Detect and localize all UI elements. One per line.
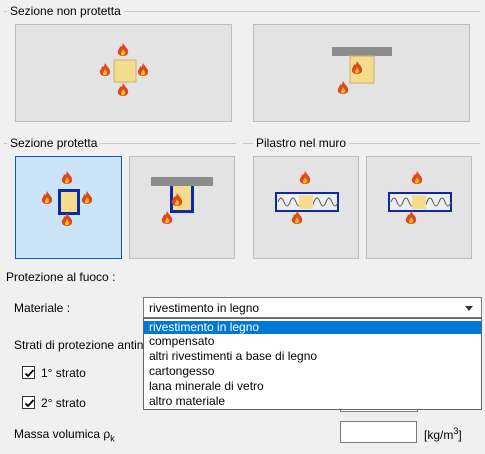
protection-layers-label: Strati di protezione antin <box>14 338 144 352</box>
flame-icon <box>99 63 111 76</box>
flame-icon <box>405 211 417 224</box>
material-select-value: rivestimento in legno <box>149 301 260 315</box>
flame-icon <box>411 171 423 184</box>
density-label: Massa volumica ρk <box>14 427 115 443</box>
flame-icon <box>81 191 93 204</box>
chevron-down-icon[interactable] <box>465 306 473 311</box>
flame-icon <box>171 193 183 206</box>
flame-icon <box>61 213 73 226</box>
density-label-subscript: k <box>110 433 115 444</box>
flame-icon <box>337 81 349 94</box>
section-four-sides-icon <box>113 59 137 83</box>
density-unit-text: [kg/m <box>424 428 454 442</box>
checkmark-icon <box>24 369 35 378</box>
flame-icon <box>291 211 303 224</box>
group-title-wall: Pilastro nel muro <box>253 136 350 150</box>
dropdown-option[interactable]: compensato <box>144 335 481 348</box>
material-select[interactable]: rivestimento in legno <box>143 297 482 318</box>
group-title-unprotected: Sezione non protetta <box>7 4 124 18</box>
protected-three-sides-icon <box>151 177 213 213</box>
group-title-protected: Sezione protetta <box>7 136 101 150</box>
density-unit: [kg/m3] <box>424 426 462 442</box>
fire-protection-heading: Protezione al fuoco : <box>6 270 116 284</box>
flame-icon <box>299 171 311 184</box>
flame-icon <box>41 191 53 204</box>
dropdown-option[interactable]: lana minerale di vetro <box>144 380 481 393</box>
layer1-label: 1° strato <box>41 366 86 380</box>
material-dropdown-list: rivestimento in legno compensato altri r… <box>143 318 482 410</box>
flame-icon <box>117 43 129 56</box>
dropdown-option[interactable]: altro materiale <box>144 395 481 408</box>
dropdown-option[interactable]: cartongesso <box>144 365 481 378</box>
density-label-text: Massa volumica ρ <box>14 427 111 441</box>
flame-icon <box>161 211 173 224</box>
density-input[interactable] <box>340 421 417 443</box>
checkmark-icon <box>24 399 35 408</box>
layer2-checkbox[interactable] <box>22 396 35 409</box>
dropdown-option[interactable]: rivestimento in legno <box>144 321 481 334</box>
layer2-label: 2° strato <box>41 396 86 410</box>
flame-icon <box>351 61 363 74</box>
flame-icon <box>137 63 149 76</box>
flame-icon <box>61 171 73 184</box>
layer1-checkbox[interactable] <box>22 366 35 379</box>
tile-unprotected-four-sides[interactable] <box>15 24 232 122</box>
density-unit-close: ] <box>458 428 462 442</box>
flame-icon <box>117 83 129 96</box>
dropdown-option[interactable]: altri rivestimenti a base di legno <box>144 350 481 363</box>
material-label: Materiale : <box>14 301 71 315</box>
